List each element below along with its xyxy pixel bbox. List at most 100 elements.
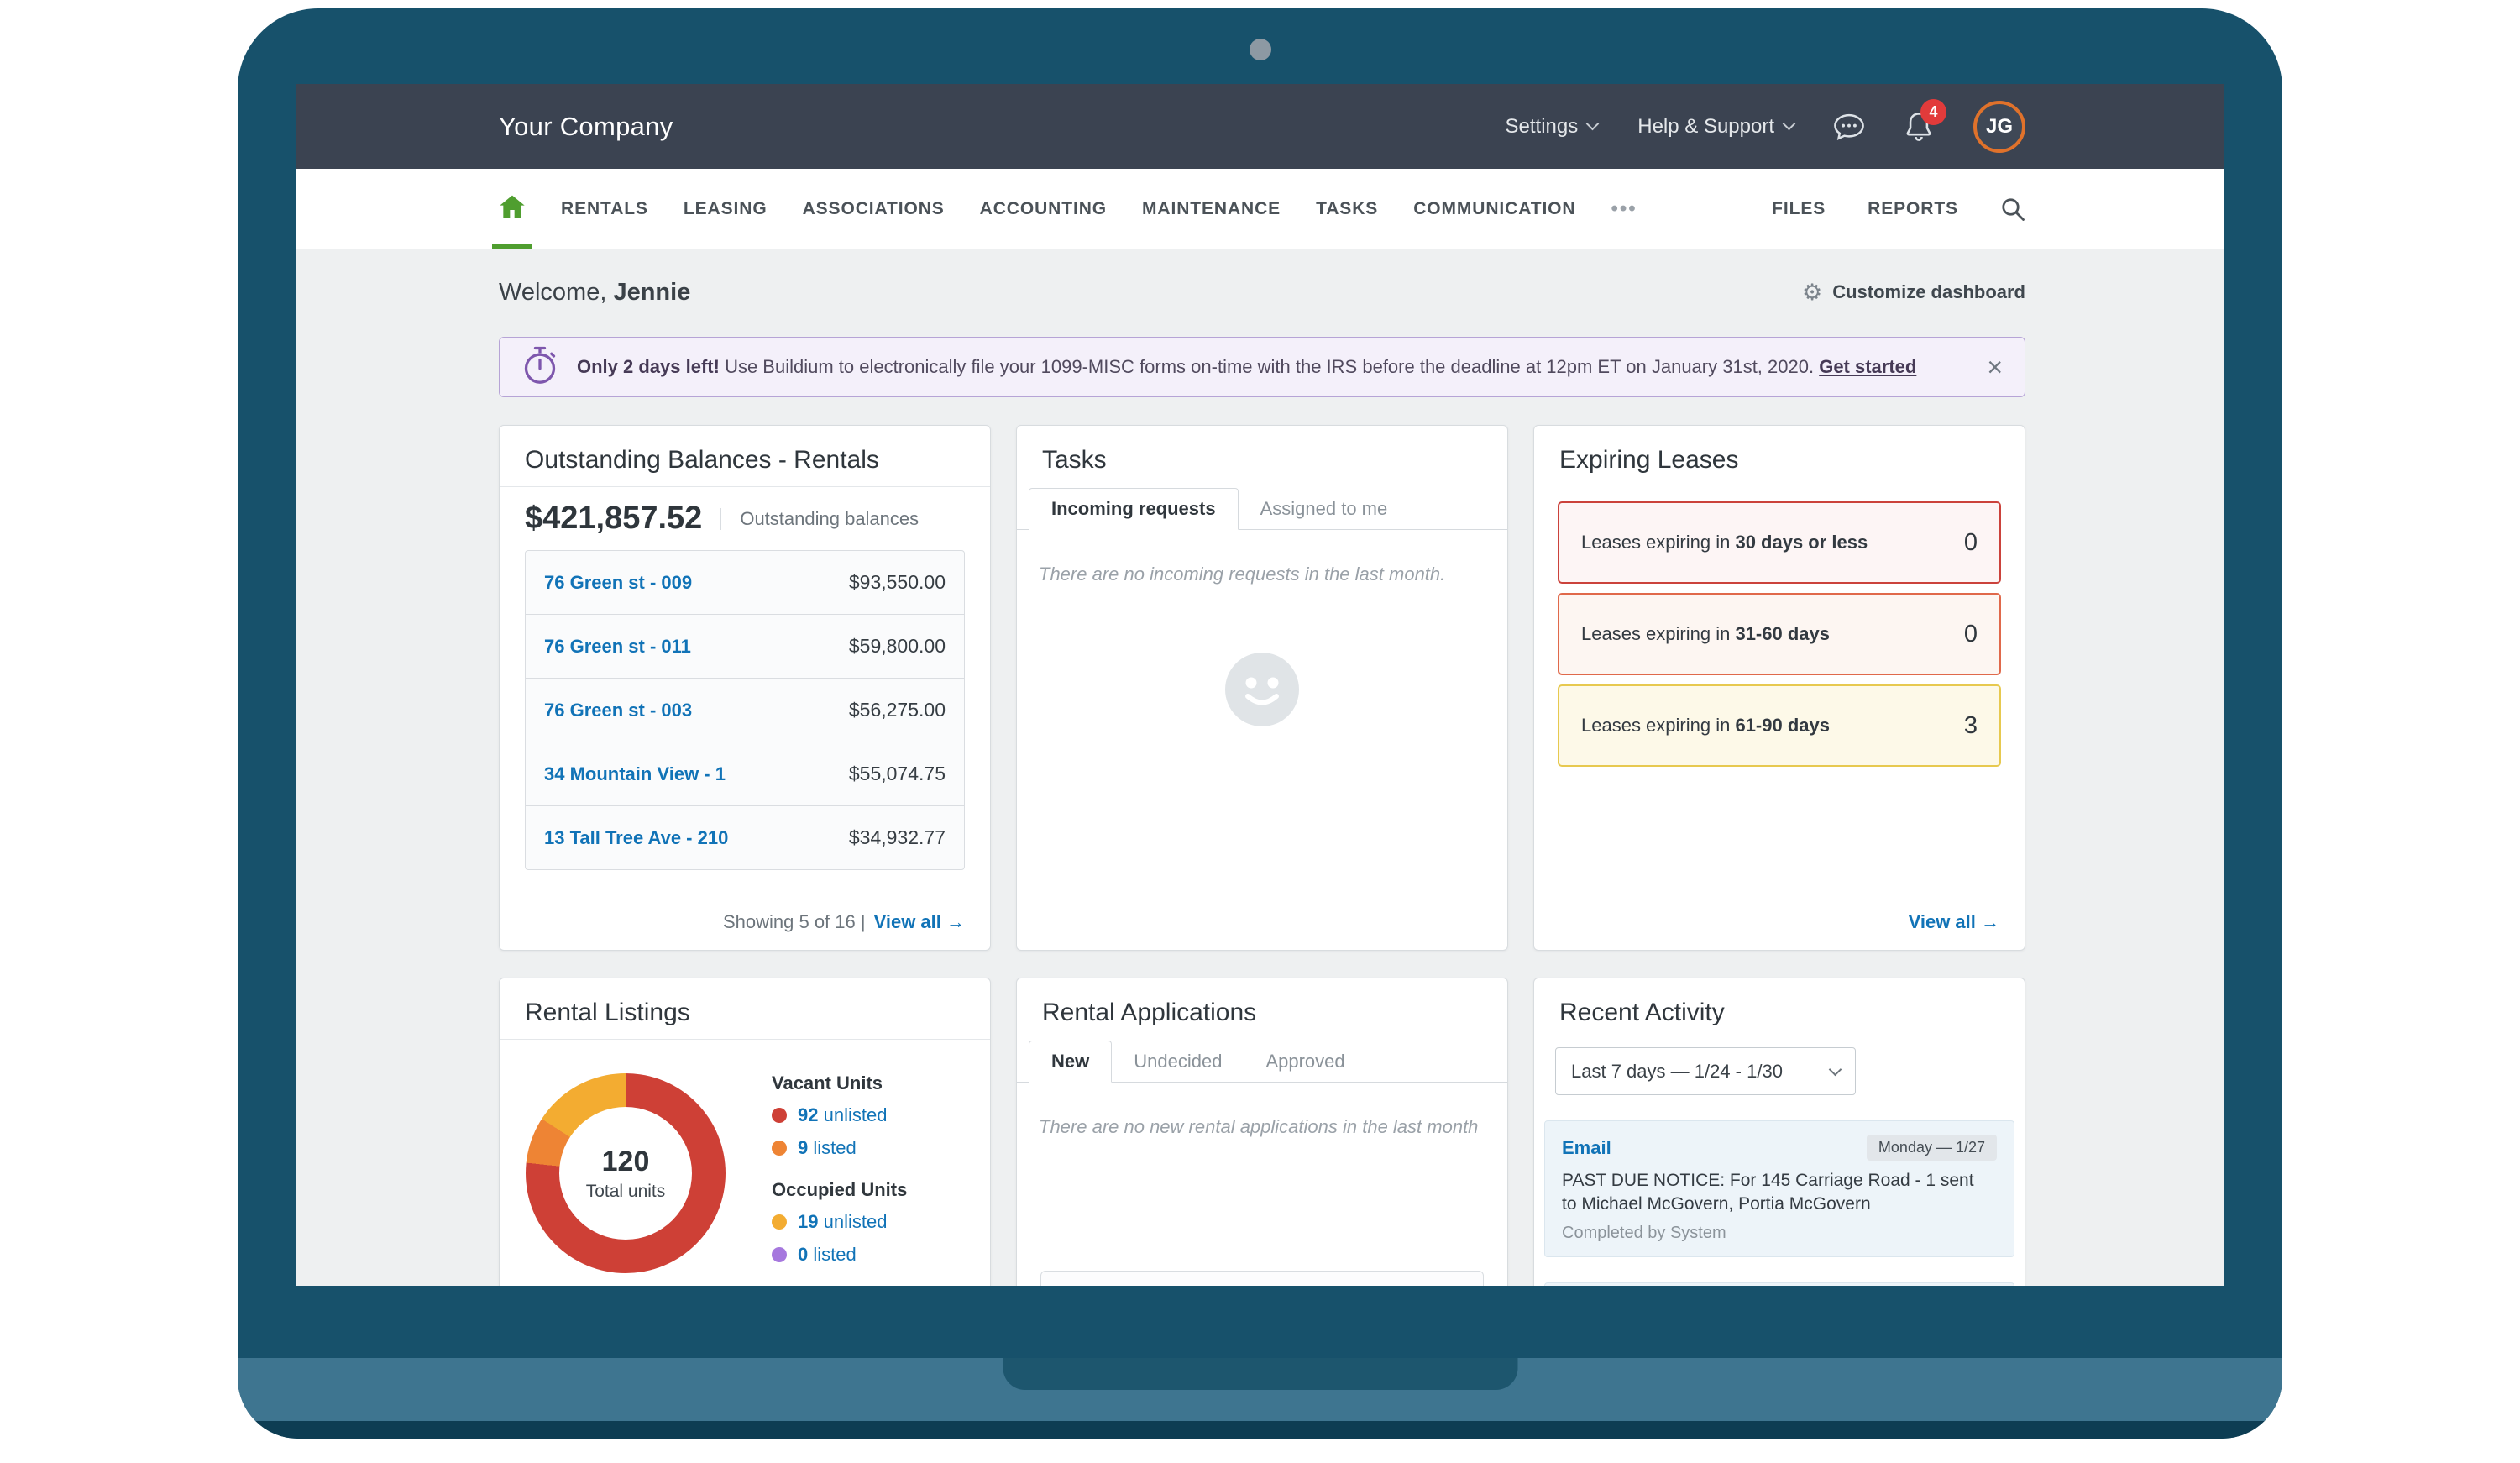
nav-reports[interactable]: REPORTS <box>1868 169 1958 249</box>
activity-text: PAST DUE NOTICE: For 145 Carriage Road -… <box>1562 1169 1986 1217</box>
legend-dot <box>772 1141 787 1156</box>
tab-new[interactable]: New <box>1029 1041 1112 1083</box>
nav-tasks[interactable]: TASKS <box>1316 169 1378 249</box>
balance-value: $34,932.77 <box>849 826 946 849</box>
activity-item-partial <box>1544 1282 2014 1286</box>
expiring-label: Leases expiring in 30 days or less <box>1581 532 1868 553</box>
balance-list: 76 Green st - 009 $93,550.00 76 Green st… <box>500 543 990 870</box>
legend-item-vacant-listed[interactable]: 9 listed <box>772 1137 907 1159</box>
welcome-name: Jennie <box>613 279 690 306</box>
settings-label: Settings <box>1506 115 1579 139</box>
customize-dashboard-button[interactable]: ⚙ Customize dashboard <box>1802 281 2025 304</box>
card-title: Rental Applications <box>1017 978 1507 1039</box>
dashboard-content: Welcome, Jennie ⚙ Customize dashboard <box>296 249 2224 1286</box>
activity-date-filter[interactable]: Last 7 days — 1/24 - 1/30 <box>1555 1047 1856 1095</box>
chevron-down-icon <box>1586 118 1600 131</box>
application-item-partial <box>1040 1271 1484 1286</box>
settings-menu[interactable]: Settings <box>1506 115 1598 139</box>
legend-label: 9 listed <box>798 1137 857 1159</box>
tab-assigned-to-me[interactable]: Assigned to me <box>1239 489 1410 529</box>
expiring-label: Leases expiring in 31-60 days <box>1581 623 1830 645</box>
expiring-row-30[interactable]: Leases expiring in 30 days or less 0 <box>1558 501 2001 584</box>
tab-incoming-requests[interactable]: Incoming requests <box>1029 488 1239 530</box>
card-footer: Showing 5 of 16 | View all → <box>723 911 965 933</box>
outstanding-balances-card: Outstanding Balances - Rentals $421,857.… <box>499 425 991 951</box>
laptop-notch <box>1003 1358 1517 1390</box>
webcam-dot <box>1250 39 1271 60</box>
property-link[interactable]: 76 Green st - 003 <box>544 700 692 721</box>
donut-chart: 120 Total units <box>526 1073 726 1273</box>
nav-maintenance[interactable]: MAINTENANCE <box>1142 169 1281 249</box>
tab-undecided[interactable]: Undecided <box>1112 1041 1244 1082</box>
avatar[interactable]: JG <box>1973 101 2025 153</box>
laptop-base-bottom <box>238 1421 2282 1439</box>
expiring-count: 0 <box>1964 529 1978 557</box>
nav-more[interactable]: ••• <box>1611 169 1637 249</box>
donut-center: 120 Total units <box>559 1107 692 1240</box>
laptop-frame: Your Company Settings Help & Support <box>238 8 2282 1439</box>
legend-vacant-header: Vacant Units <box>772 1072 907 1094</box>
property-link[interactable]: 13 Tall Tree Ave - 210 <box>544 827 728 849</box>
expiring-label: Leases expiring in 61-90 days <box>1581 715 1830 737</box>
card-title: Rental Listings <box>500 978 990 1040</box>
view-all-link[interactable]: View all → <box>874 911 965 933</box>
top-header-bar: Your Company Settings Help & Support <box>296 84 2224 169</box>
close-icon[interactable]: × <box>1987 354 2003 380</box>
expiring-count: 3 <box>1964 712 1978 740</box>
card-title: Recent Activity <box>1534 978 2025 1039</box>
nav-home[interactable] <box>499 169 526 249</box>
table-row: 76 Green st - 009 $93,550.00 <box>525 550 965 615</box>
nav-files[interactable]: FILES <box>1772 169 1826 249</box>
primary-nav: RENTALS LEASING ASSOCIATIONS ACCOUNTING … <box>296 169 2224 249</box>
legend-item-occupied-listed[interactable]: 0 listed <box>772 1244 907 1266</box>
rental-listings-card: Rental Listings 120 Total units Vacant U… <box>499 978 991 1286</box>
expiring-row-31-60[interactable]: Leases expiring in 31-60 days 0 <box>1558 593 2001 675</box>
nav-leasing[interactable]: LEASING <box>684 169 768 249</box>
tasks-tabbar: Incoming requests Assigned to me <box>1017 486 1507 530</box>
nav-left-group: RENTALS LEASING ASSOCIATIONS ACCOUNTING … <box>499 169 1637 249</box>
stopwatch-icon <box>521 345 558 390</box>
property-link[interactable]: 76 Green st - 009 <box>544 572 692 594</box>
nav-right-group: FILES REPORTS <box>1772 169 2025 249</box>
cards-row-2: Rental Listings 120 Total units Vacant U… <box>499 978 2025 1286</box>
search-icon[interactable] <box>2000 197 2025 222</box>
customize-label: Customize dashboard <box>1832 281 2025 303</box>
nav-associations[interactable]: ASSOCIATIONS <box>803 169 945 249</box>
view-all-link[interactable]: View all → <box>1909 911 1999 933</box>
property-link[interactable]: 34 Mountain View - 1 <box>544 763 726 785</box>
expiring-row-61-90[interactable]: Leases expiring in 61-90 days 3 <box>1558 684 2001 767</box>
notification-badge: 4 <box>1920 99 1946 125</box>
help-support-menu[interactable]: Help & Support <box>1637 115 1794 139</box>
banner-body-text: Use Buildium to electronically file your… <box>720 356 1819 377</box>
activity-type-link[interactable]: Email <box>1562 1137 1611 1159</box>
welcome-row: Welcome, Jennie ⚙ Customize dashboard <box>499 273 2025 312</box>
legend-dot <box>772 1214 787 1230</box>
recent-activity-card: Recent Activity Last 7 days — 1/24 - 1/3… <box>1533 978 2025 1286</box>
expiring-leases-card: Expiring Leases Leases expiring in 30 da… <box>1533 425 2025 951</box>
nav-accounting[interactable]: ACCOUNTING <box>980 169 1107 249</box>
expiring-count: 0 <box>1964 621 1978 648</box>
tab-approved[interactable]: Approved <box>1244 1041 1366 1082</box>
deadline-banner: Only 2 days left! Use Buildium to electr… <box>499 337 2025 397</box>
legend-item-occupied-unlisted[interactable]: 19 unlisted <box>772 1211 907 1233</box>
balance-value: $56,275.00 <box>849 699 946 721</box>
rental-applications-card: Rental Applications New Undecided Approv… <box>1016 978 1508 1286</box>
nav-rentals[interactable]: RENTALS <box>561 169 648 249</box>
help-support-label: Help & Support <box>1637 115 1774 139</box>
activity-item: Email Monday — 1/27 PAST DUE NOTICE: For… <box>1544 1120 2014 1257</box>
notifications-bell-icon[interactable]: 4 <box>1904 111 1933 143</box>
chat-icon[interactable] <box>1834 113 1864 140</box>
legend-label: 92 unlisted <box>798 1104 887 1126</box>
header-actions: Settings Help & Support <box>1506 101 2025 153</box>
legend-dot <box>772 1108 787 1123</box>
banner-text: Only 2 days left! Use Buildium to electr… <box>577 356 1916 378</box>
legend-item-vacant-unlisted[interactable]: 92 unlisted <box>772 1104 907 1126</box>
banner-bold-text: Only 2 days left! <box>577 356 720 377</box>
legend-label: 19 unlisted <box>798 1211 887 1233</box>
card-footer: View all → <box>1909 911 1999 933</box>
property-link[interactable]: 76 Green st - 011 <box>544 636 691 658</box>
banner-get-started-link[interactable]: Get started <box>1819 356 1916 377</box>
nav-communication[interactable]: COMMUNICATION <box>1413 169 1575 249</box>
card-title: Outstanding Balances - Rentals <box>500 426 990 487</box>
legend-dot <box>772 1247 787 1262</box>
